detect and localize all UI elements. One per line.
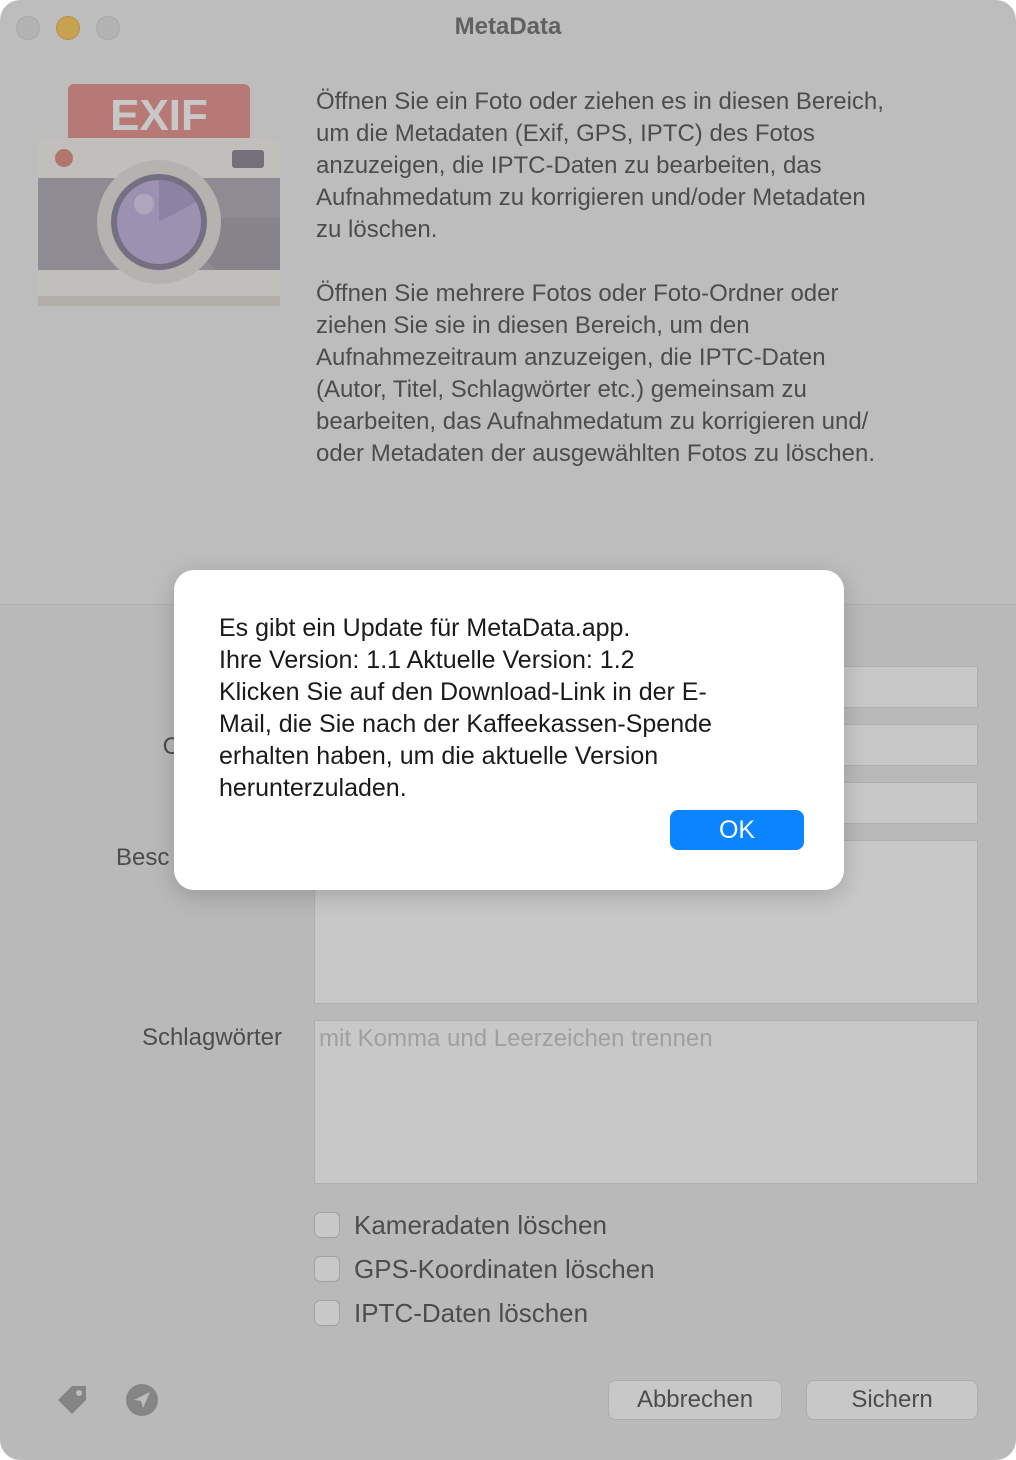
dialog-message-line: Mail, die Sie nach der Kaffeekassen-Spen… — [219, 710, 712, 738]
dialog-message-line: Klicken Sie auf den Download-Link in der… — [219, 678, 707, 706]
dialog-message-line: Es gibt ein Update für MetaData.app. — [219, 614, 631, 642]
ok-button[interactable]: OK — [670, 810, 804, 850]
dialog-message-line: herunterzuladen. — [219, 774, 407, 802]
dialog-message-line: erhalten haben, um die aktuelle Version — [219, 742, 659, 770]
dialog-message-line: Ihre Version: 1.1 Aktuelle Version: 1.2 — [219, 646, 635, 674]
update-alert-dialog: Es gibt ein Update für MetaData.app. Ihr… — [174, 570, 844, 890]
main-window: MetaData EXIF Öffnen Sie ein Foto oder z… — [0, 0, 1016, 1460]
